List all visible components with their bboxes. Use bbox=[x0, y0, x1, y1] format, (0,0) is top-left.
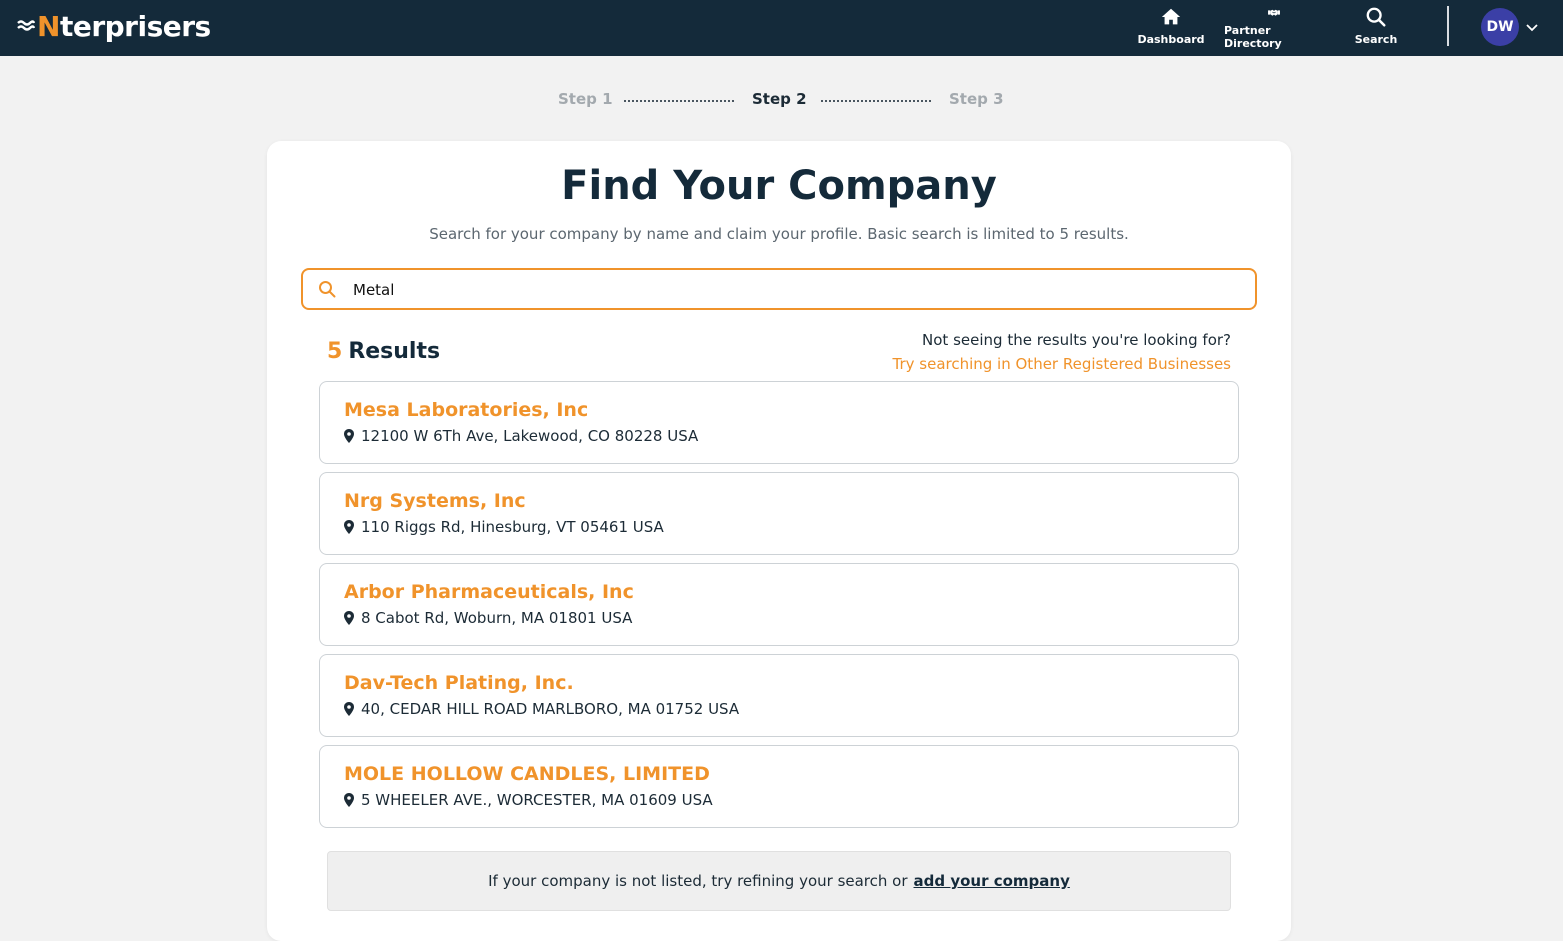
logo-text: terprisers bbox=[59, 9, 211, 43]
company-address: 12100 W 6Th Ave, Lakewood, CO 80228 USA bbox=[344, 427, 698, 445]
result-card[interactable]: Arbor Pharmaceuticals, Inc 8 Cabot Rd, W… bbox=[319, 563, 1239, 646]
step-connector bbox=[821, 100, 931, 102]
step-3: Step 3 bbox=[949, 90, 1004, 108]
company-name[interactable]: Dav-Tech Plating, Inc. bbox=[344, 672, 574, 694]
stepper: Step 1 Step 2 Step 3 bbox=[0, 90, 1563, 112]
nterprisers-logo[interactable]: Nterprisers bbox=[16, 8, 211, 44]
step-1: Step 1 bbox=[558, 90, 613, 108]
company-address: 8 Cabot Rd, Woburn, MA 01801 USA bbox=[344, 609, 632, 627]
page-subtitle: Search for your company by name and clai… bbox=[429, 225, 1129, 243]
find-company-card: Find Your Company Search for your compan… bbox=[267, 141, 1291, 941]
map-pin-icon bbox=[344, 520, 354, 534]
step-connector bbox=[624, 100, 734, 102]
nav-search[interactable]: Search bbox=[1352, 6, 1400, 50]
home-icon bbox=[1161, 8, 1181, 25]
results-number: 5 bbox=[327, 339, 343, 364]
result-card[interactable]: Nrg Systems, Inc 110 Riggs Rd, Hinesburg… bbox=[319, 472, 1239, 555]
not-listed-text: If your company is not listed, try refin… bbox=[488, 872, 908, 890]
result-card[interactable]: Mesa Laboratories, Inc 12100 W 6Th Ave, … bbox=[319, 381, 1239, 464]
top-navbar: Nterprisers Dashboard Partner Directory … bbox=[0, 0, 1563, 56]
other-registered-businesses-link[interactable]: Try searching in Other Registered Busine… bbox=[893, 355, 1232, 373]
company-address-text: 110 Riggs Rd, Hinesburg, VT 05461 USA bbox=[361, 518, 664, 536]
result-card[interactable]: MOLE HOLLOW CANDLES, LIMITED 5 WHEELER A… bbox=[319, 745, 1239, 828]
handshake-icon bbox=[1268, 9, 1280, 16]
step-2-active: Step 2 bbox=[752, 90, 807, 108]
waves-logo-icon bbox=[17, 20, 36, 31]
company-address-text: 8 Cabot Rd, Woburn, MA 01801 USA bbox=[361, 609, 633, 627]
company-name[interactable]: Arbor Pharmaceuticals, Inc bbox=[344, 581, 634, 603]
search-icon bbox=[319, 281, 336, 298]
map-pin-icon bbox=[344, 702, 354, 716]
chevron-down-icon[interactable] bbox=[1525, 20, 1539, 34]
nav-dashboard-label: Dashboard bbox=[1137, 33, 1205, 46]
result-card[interactable]: Dav-Tech Plating, Inc. 40, CEDAR HILL RO… bbox=[319, 654, 1239, 737]
not-seeing-text: Not seeing the results you're looking fo… bbox=[922, 331, 1231, 349]
company-address: 40, CEDAR HILL ROAD MARLBORO, MA 01752 U… bbox=[344, 700, 739, 718]
company-name[interactable]: Nrg Systems, Inc bbox=[344, 490, 526, 512]
company-name[interactable]: Mesa Laboratories, Inc bbox=[344, 399, 588, 421]
company-address-text: 12100 W 6Th Ave, Lakewood, CO 80228 USA bbox=[361, 427, 699, 445]
add-company-link[interactable]: add your company bbox=[914, 872, 1070, 890]
company-address-text: 40, CEDAR HILL ROAD MARLBORO, MA 01752 U… bbox=[361, 700, 740, 718]
company-name[interactable]: MOLE HOLLOW CANDLES, LIMITED bbox=[344, 763, 710, 785]
results-count: 5 Results bbox=[327, 339, 440, 364]
map-pin-icon bbox=[344, 793, 354, 807]
company-address: 110 Riggs Rd, Hinesburg, VT 05461 USA bbox=[344, 518, 664, 536]
page-title: Find Your Company bbox=[561, 163, 997, 209]
results-label: Results bbox=[348, 339, 441, 364]
nav-partner-directory-label: Partner Directory bbox=[1224, 24, 1282, 50]
user-avatar[interactable]: DW bbox=[1481, 8, 1519, 46]
company-search-box[interactable] bbox=[301, 268, 1257, 310]
search-icon bbox=[1366, 7, 1386, 27]
map-pin-icon bbox=[344, 611, 354, 625]
nav-search-label: Search bbox=[1354, 33, 1398, 46]
company-address: 5 WHEELER AVE., WORCESTER, MA 01609 USA bbox=[344, 791, 713, 809]
nav-dashboard[interactable]: Dashboard bbox=[1137, 6, 1205, 50]
nav-partner-directory[interactable]: Partner Directory bbox=[1224, 6, 1324, 50]
company-search-input[interactable] bbox=[353, 276, 1233, 304]
nav-divider bbox=[1447, 6, 1449, 46]
not-listed-note: If your company is not listed, try refin… bbox=[327, 851, 1231, 911]
logo-letter: N bbox=[37, 9, 60, 43]
results-list: Mesa Laboratories, Inc 12100 W 6Th Ave, … bbox=[319, 381, 1239, 836]
company-address-text: 5 WHEELER AVE., WORCESTER, MA 01609 USA bbox=[361, 791, 713, 809]
map-pin-icon bbox=[344, 429, 354, 443]
